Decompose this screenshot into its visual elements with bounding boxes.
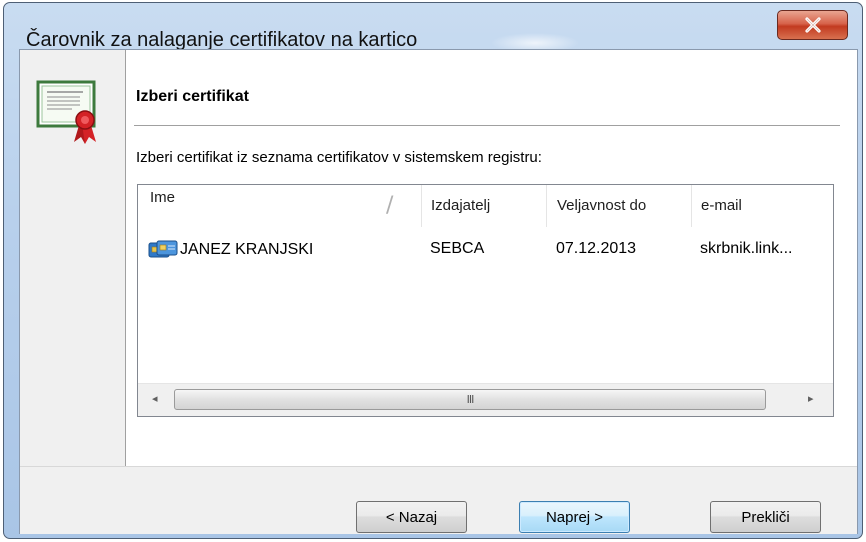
smartcard-certificate-icon [148,240,178,258]
column-header-name-label: Ime [150,189,176,206]
horizontal-scrollbar[interactable]: ◂ III ▸ [138,383,833,416]
dialog-client: Izberi certifikat Izberi certifikat iz s… [19,49,858,534]
wizard-window: Čarovnik za nalaganje certifikatov na ka… [3,2,863,539]
instruction-text: Izberi certifikat iz seznama certifikato… [136,149,542,166]
scroll-left-arrow-icon[interactable]: ◂ [152,392,158,405]
table-row[interactable]: JANEZ KRANJSKI SEBCA 07.12.2013 skrbnik.… [138,233,833,263]
column-header-issuer[interactable]: Izdajatelj [421,185,546,227]
scroll-right-arrow-icon[interactable]: ▸ [808,392,814,405]
column-header-name[interactable]: Ime / [138,185,421,227]
scrollbar-thumb[interactable]: III [174,389,766,410]
certificate-icon [36,80,96,144]
button-bar: < Nazaj Naprej > Prekliči [20,466,857,534]
heading-divider [134,125,840,126]
scrollbar-grip-icon: III [466,393,475,406]
certificate-list[interactable]: Ime / Izdajatelj Veljavnost do e-mail JA… [137,184,834,417]
left-pane [20,50,125,466]
column-header-email[interactable]: e-mail [691,185,833,227]
cell-email: skrbnik.link... [700,240,793,257]
page-heading: Izberi certifikat [136,88,249,105]
cell-name: JANEZ KRANJSKI [148,239,313,261]
close-x-icon [804,17,821,33]
back-button[interactable]: < Nazaj [356,501,467,533]
close-button[interactable] [777,10,848,40]
cancel-button[interactable]: Prekliči [710,501,821,533]
column-resize-glyph: / [386,193,394,218]
next-button[interactable]: Naprej > [519,501,630,533]
cell-valid-until: 07.12.2013 [556,240,637,257]
cell-name-text: JANEZ KRANJSKI [180,241,314,258]
cell-issuer: SEBCA [430,240,485,257]
content-pane: Izberi certifikat Izberi certifikat iz s… [125,50,857,466]
column-header-valid-until[interactable]: Veljavnost do [546,185,691,227]
